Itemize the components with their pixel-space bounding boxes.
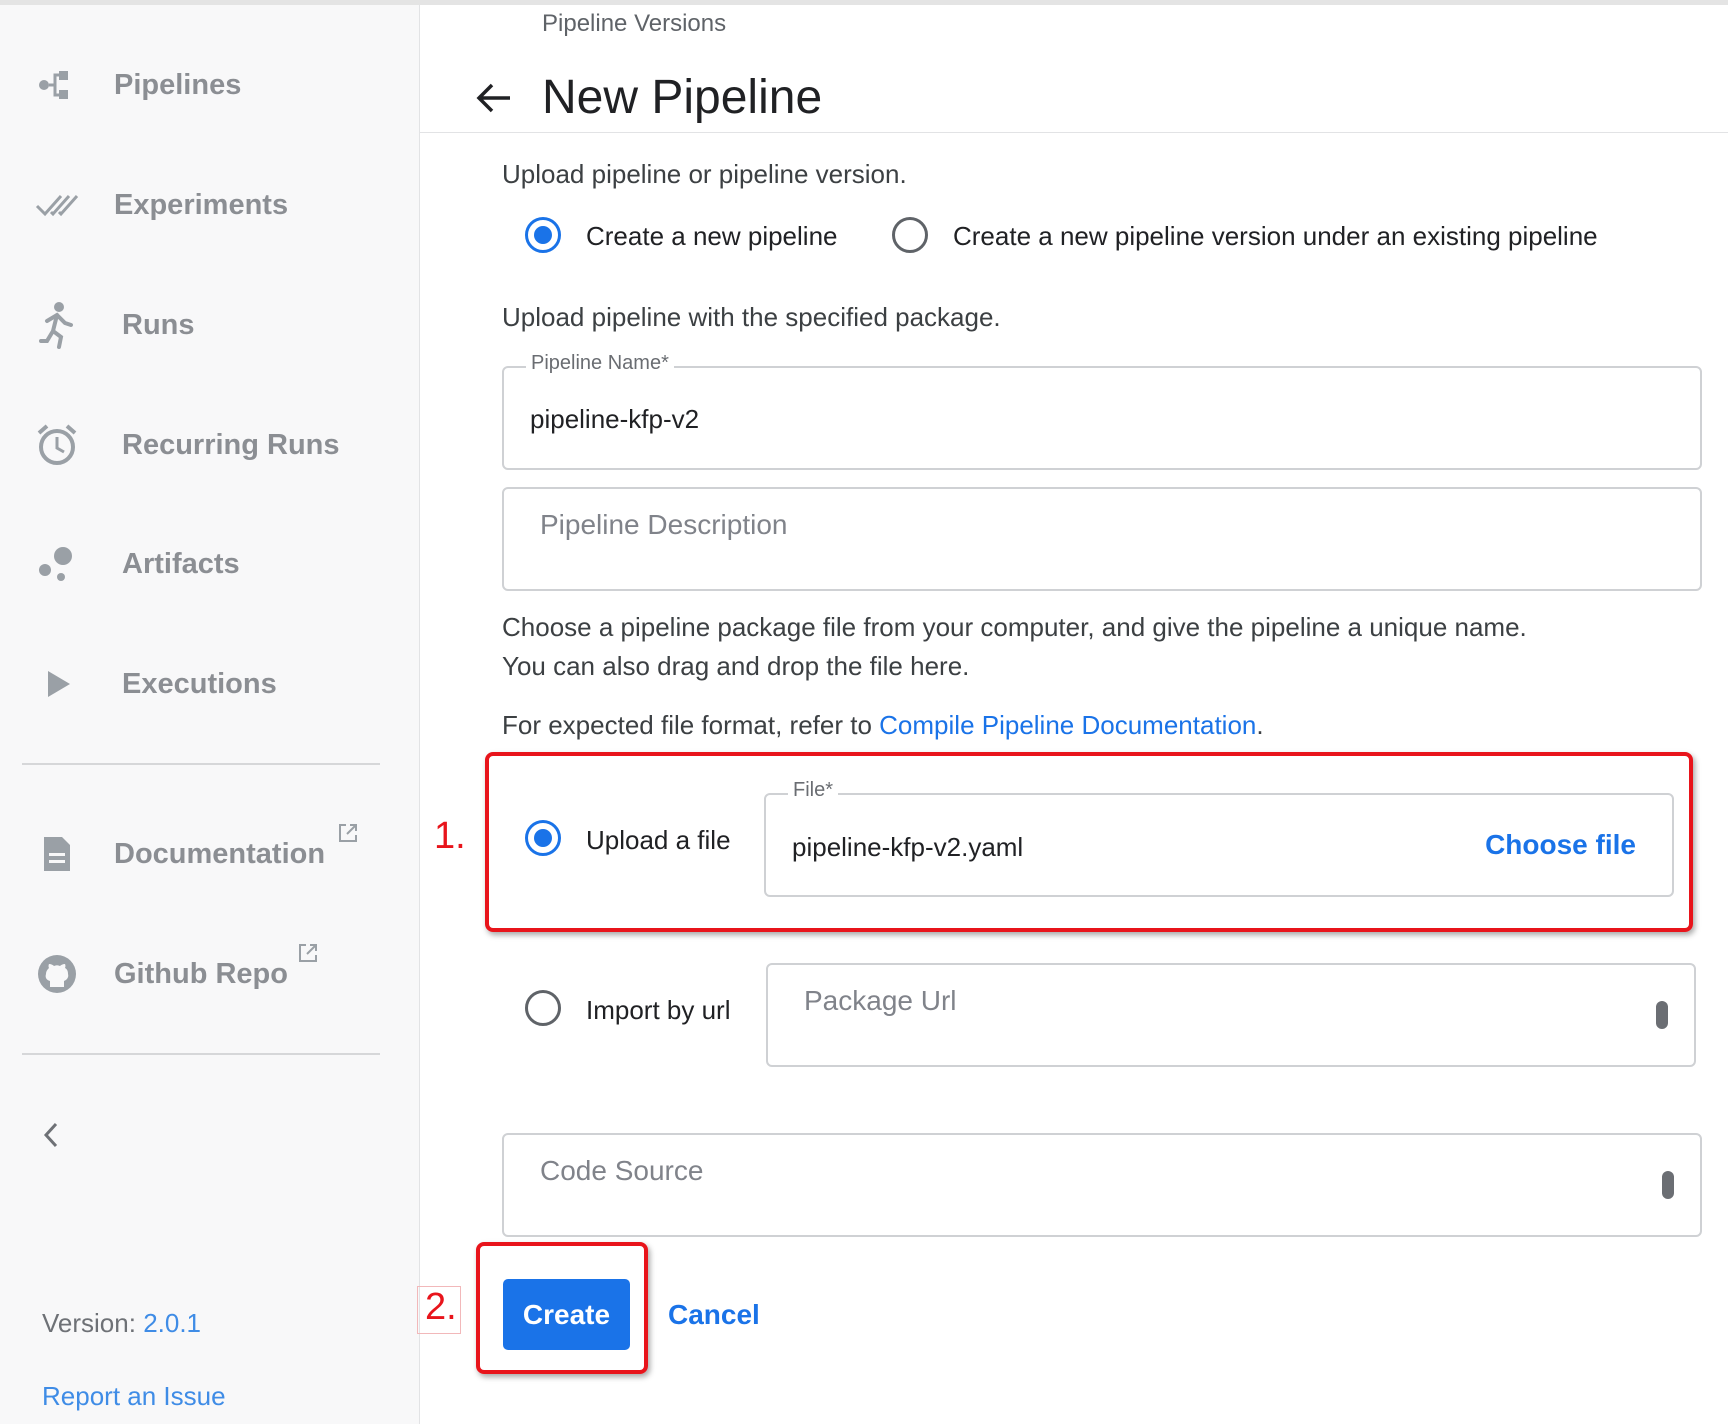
version-value[interactable]: 2.0.1 [143,1308,201,1338]
package-url-field[interactable]: Package Url [766,963,1696,1067]
pipeline-icon [30,58,84,112]
radio-import-by-url[interactable] [525,990,561,1026]
header-divider [420,132,1728,133]
sidebar-item-artifacts[interactable]: Artifacts [0,524,419,604]
choose-file-instruction: Choose a pipeline package file from your… [502,612,1527,642]
alarm-clock-icon [30,418,84,472]
upload-intro-text: Upload pipeline or pipeline version. [502,159,907,189]
arrow-left-icon [476,83,510,113]
annotation-box-step-1 [485,752,1693,932]
drag-drop-instruction: You can also drag and drop the file here… [502,651,970,681]
back-button[interactable] [470,72,520,122]
sidebar: Pipelines Experiments Runs Recurring Run… [0,5,420,1424]
breadcrumb[interactable]: Pipeline Versions [542,10,726,38]
bubbles-icon [30,537,84,591]
version-info: Version: 2.0.1 [42,1308,201,1339]
radio-create-new-pipeline[interactable] [525,217,561,253]
sidebar-link-github[interactable]: Github Repo [0,934,419,1014]
resize-handle[interactable] [1656,1001,1668,1029]
document-icon [30,827,84,881]
pipeline-name-label: Pipeline Name* [526,352,674,375]
code-source-placeholder: Code Source [540,1155,704,1186]
experiments-check-icon [30,178,84,232]
sidebar-item-label: Github Repo [114,957,288,990]
file-format-suffix: . [1256,710,1264,740]
sidebar-item-label: Artifacts [122,547,240,580]
collapse-sidebar-button[interactable] [30,1110,70,1160]
package-note-text: Upload pipeline with the specified packa… [502,302,1001,332]
file-format-prefix: For expected file format, refer to [502,710,880,740]
sidebar-item-label: Experiments [114,188,289,221]
sidebar-item-label: Pipelines [114,68,242,101]
external-link-icon [337,822,359,844]
annotation-step-2-number: 2. [425,1286,457,1328]
run-icon [30,298,84,352]
sidebar-link-documentation[interactable]: Documentation [0,814,419,894]
sidebar-item-executions[interactable]: Executions [0,644,419,724]
page-title: New Pipeline [542,71,823,124]
sidebar-divider [22,763,380,765]
file-format-note: For expected file format, refer to Compi… [502,710,1264,741]
sidebar-divider [22,1053,380,1055]
github-icon [30,947,84,1001]
code-source-field[interactable]: Code Source [502,1133,1702,1237]
resize-handle[interactable] [1662,1171,1674,1199]
sidebar-item-label: Recurring Runs [122,428,340,461]
package-url-placeholder: Package Url [804,985,957,1016]
sidebar-item-label: Documentation [114,837,326,870]
cancel-button[interactable]: Cancel [668,1299,760,1331]
external-link-icon [297,942,319,964]
pipeline-name-field[interactable]: Pipeline Name* pipeline-kfp-v2 [502,352,1702,470]
radio-create-pipeline-version[interactable] [892,217,928,253]
pipeline-description-field[interactable]: Pipeline Description [502,487,1702,591]
radio-label-create-pipeline-version[interactable]: Create a new pipeline version under an e… [953,221,1598,252]
sidebar-item-runs[interactable]: Runs [0,285,419,365]
pipeline-name-value: pipeline-kfp-v2 [530,404,700,434]
radio-label-import-by-url[interactable]: Import by url [586,995,731,1026]
sidebar-item-pipelines[interactable]: Pipelines [0,45,419,125]
sidebar-item-recurring-runs[interactable]: Recurring Runs [0,405,419,485]
play-icon [30,657,84,711]
version-label: Version: [42,1308,136,1338]
pipeline-description-placeholder: Pipeline Description [540,509,788,540]
sidebar-item-label: Executions [122,667,277,700]
sidebar-item-experiments[interactable]: Experiments [0,165,419,245]
annotation-step-1-number: 1. [434,815,466,857]
annotation-box-step-2 [476,1242,648,1374]
sidebar-item-label: Runs [122,308,195,341]
report-issue-link[interactable]: Report an Issue [42,1381,226,1412]
chevron-left-icon [43,1122,58,1148]
radio-label-create-new-pipeline[interactable]: Create a new pipeline [586,221,838,252]
compile-pipeline-docs-link[interactable]: Compile Pipeline Documentation [879,710,1256,740]
